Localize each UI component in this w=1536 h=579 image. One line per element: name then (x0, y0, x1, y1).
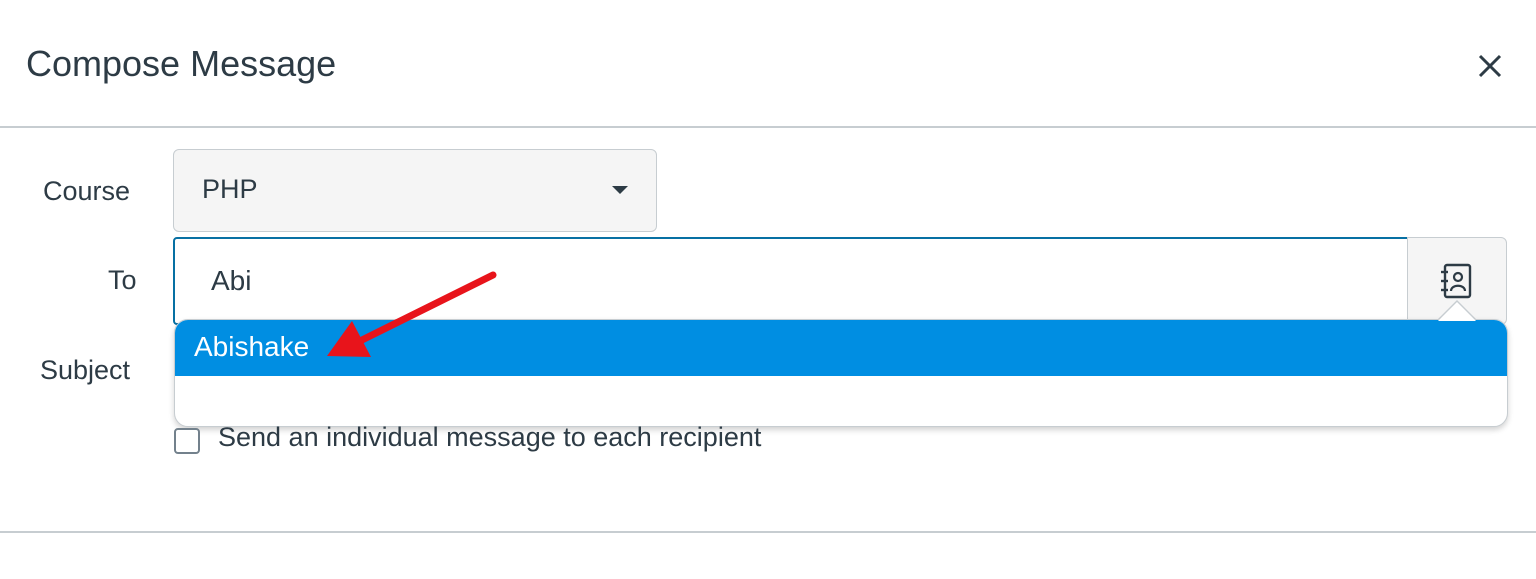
dialog-title: Compose Message (26, 43, 337, 84)
course-select[interactable]: PHP (173, 149, 657, 232)
dialog-header: Compose Message (0, 0, 1536, 128)
address-book-icon (1441, 263, 1472, 299)
caret-down-icon (612, 186, 628, 194)
course-label: Course (43, 176, 131, 206)
footer-divider (0, 531, 1536, 533)
autocomplete-dropdown: Abishake (174, 319, 1508, 427)
to-label: To (108, 265, 137, 295)
subject-label: Subject (40, 355, 131, 385)
autocomplete-pointer-fill (1438, 302, 1476, 321)
autocomplete-option-abishake[interactable]: Abishake (175, 320, 1507, 376)
course-selected-value: PHP (202, 174, 258, 204)
close-icon (1478, 54, 1502, 78)
close-button[interactable] (1470, 46, 1510, 86)
individual-message-checkbox[interactable] (174, 428, 200, 454)
to-recipient-input[interactable] (173, 237, 1409, 325)
individual-message-label[interactable]: Send an individual message to each recip… (218, 422, 761, 453)
